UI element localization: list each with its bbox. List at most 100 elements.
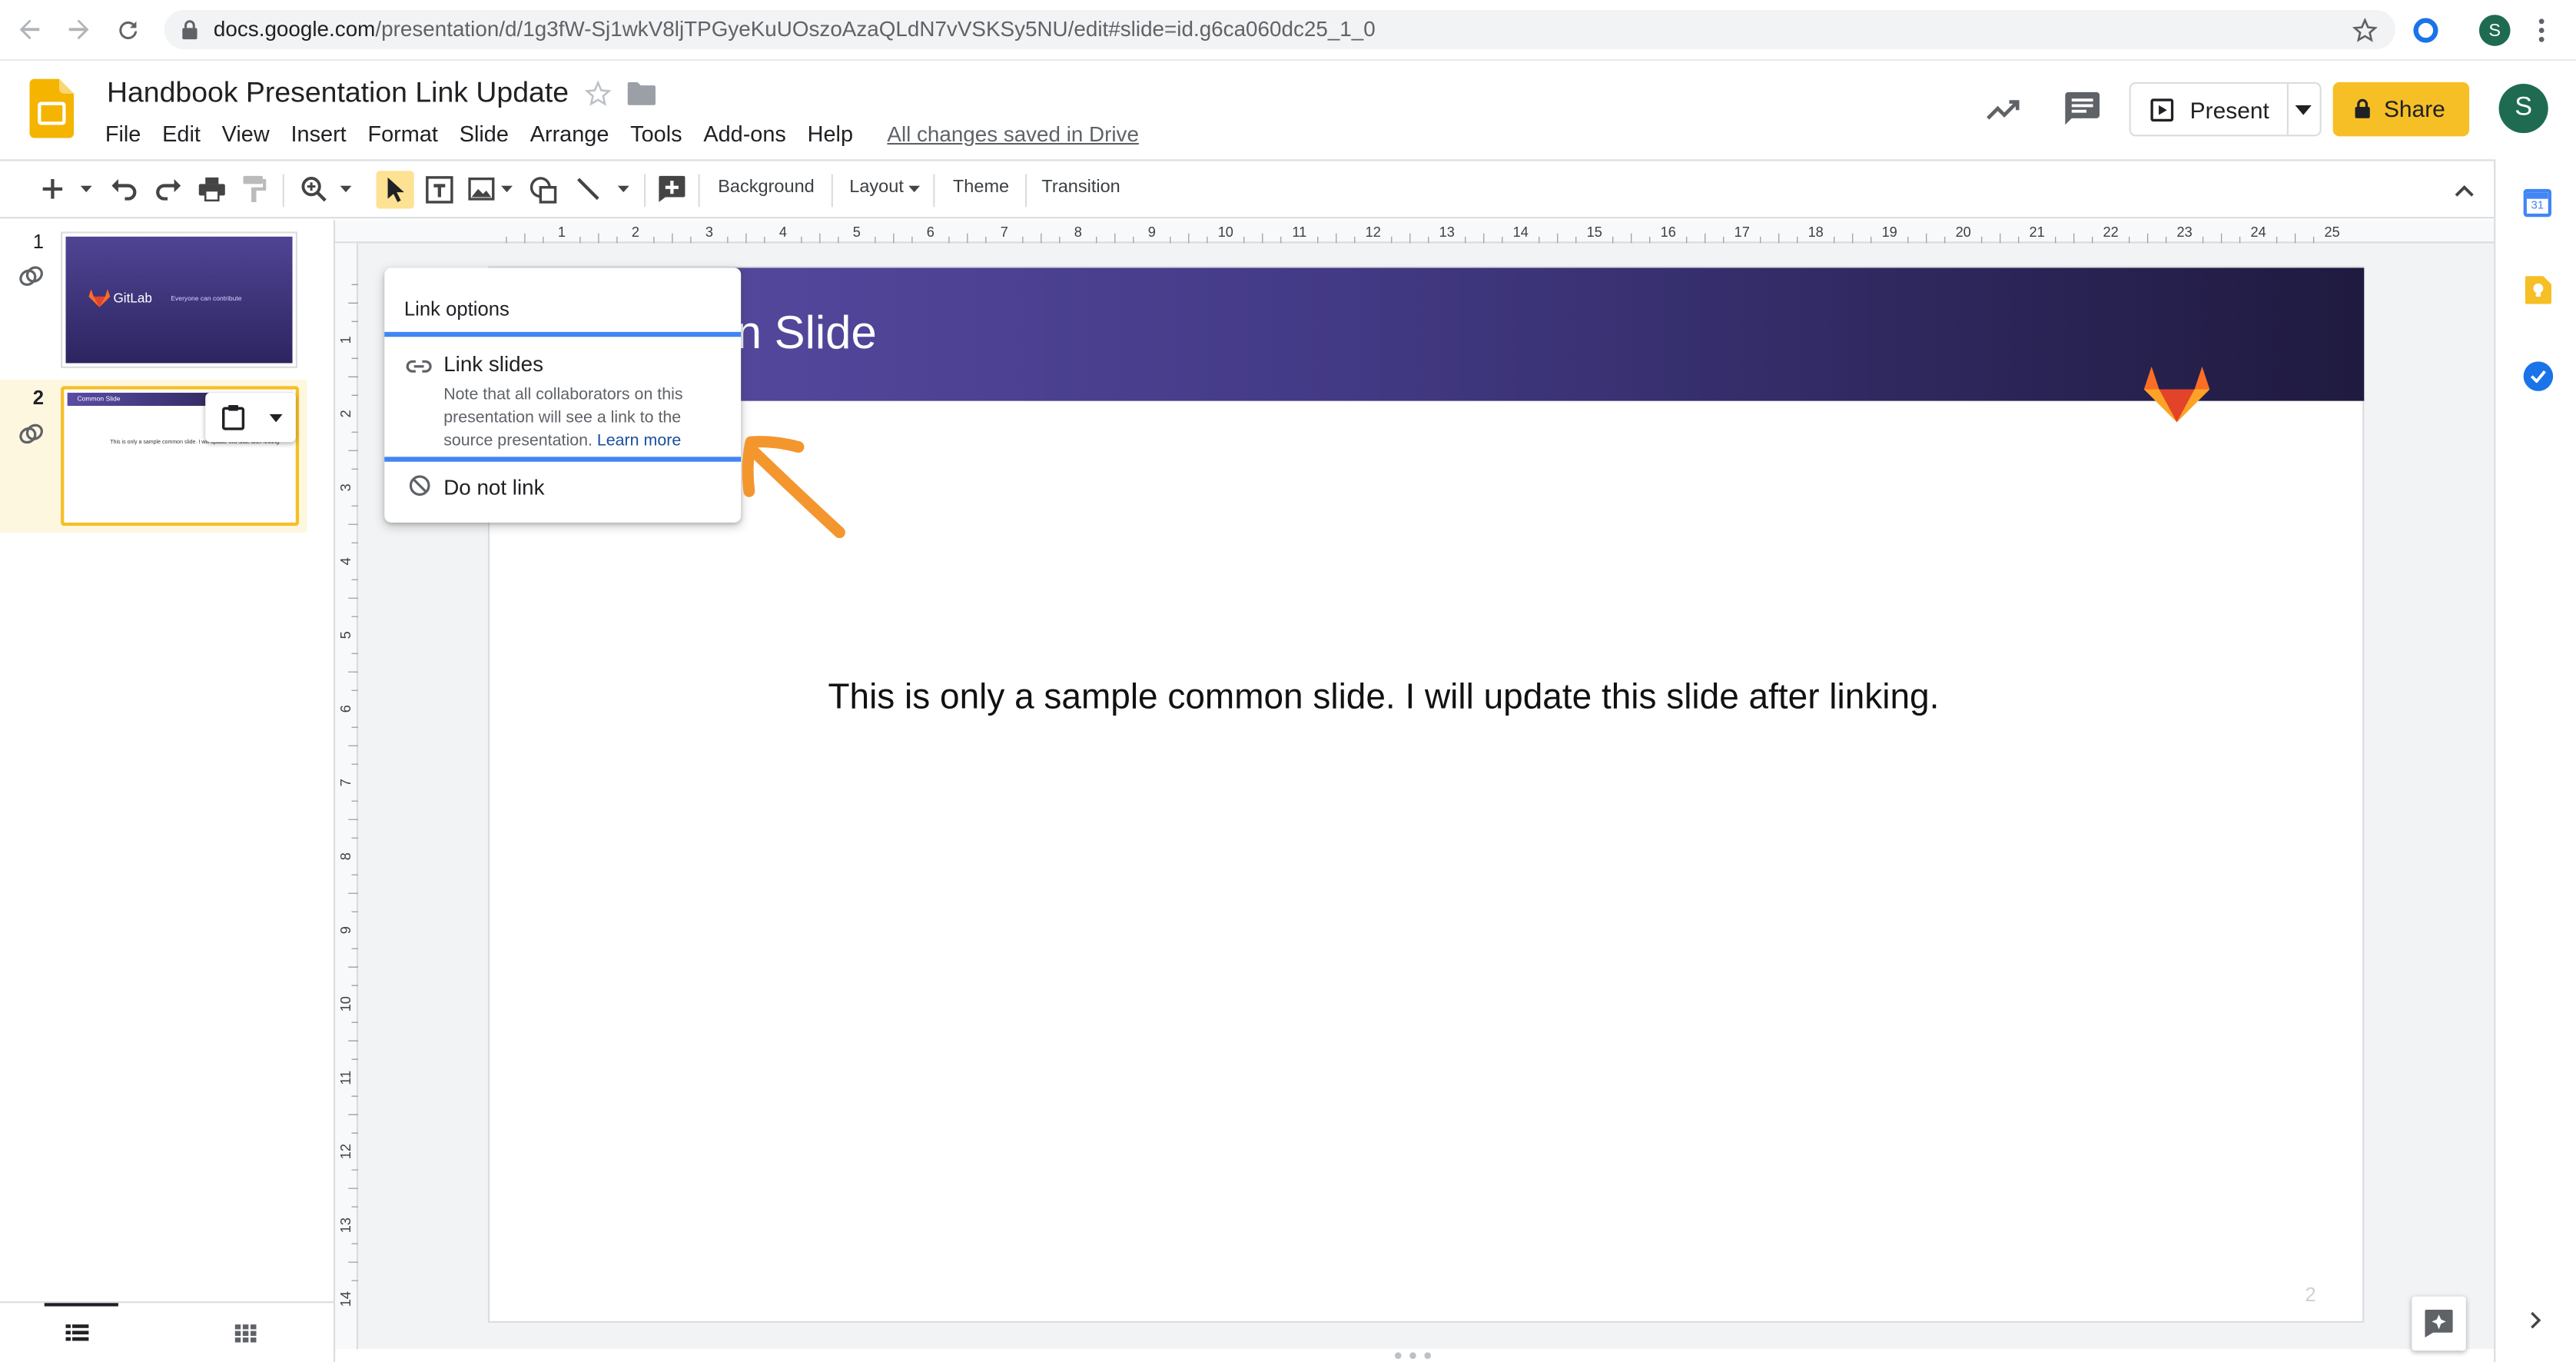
forward-button[interactable] [62,13,95,46]
ruler-label: 8 [338,852,354,860]
zoom-dropdown-icon[interactable] [340,185,352,193]
layout-dropdown-icon[interactable] [908,185,921,193]
keep-icon[interactable] [2525,276,2552,304]
share-button[interactable]: Share [2332,81,2470,137]
new-slide-icon[interactable] [42,179,63,199]
ruler-label: 14 [338,1291,354,1307]
ruler-label: 13 [1439,224,1455,240]
link-slides-label: Link slides [443,351,543,377]
image-icon[interactable] [468,177,495,201]
line-dropdown-icon[interactable] [617,185,629,193]
menu-slide[interactable]: Slide [460,121,509,146]
reload-button[interactable] [111,13,144,46]
tasks-check-icon [2530,370,2546,384]
grid-view-icon[interactable] [234,1324,257,1343]
ruler-label: 4 [338,557,354,565]
slide-title[interactable]: n Slide [736,307,877,360]
line-icon[interactable] [575,176,601,202]
ruler-label: 10 [338,996,354,1012]
comments-icon[interactable] [2065,91,2100,125]
present-label: Present [2189,97,2269,124]
vertical-ruler[interactable]: 1 2 3 4 5 6 7 8 9 10 11 12 13 14 [335,243,359,1350]
explore-button[interactable] [2412,1296,2466,1351]
annotation-arrow-icon [742,436,845,539]
filmstrip-view-icon[interactable] [65,1324,89,1341]
undo-icon[interactable] [111,178,138,201]
bookmark-star-icon[interactable] [2352,18,2378,43]
cursor-icon [387,177,404,202]
horizontal-ruler[interactable]: 1 2 3 4 5 6 7 8 9 10 11 12 13 14 15 16 17 18 19 20 21 22 23 24 2… [335,220,2495,244]
calendar-icon[interactable]: 31 [2523,188,2552,218]
select-tool-button[interactable] [376,171,414,209]
add-comment-icon[interactable] [659,175,685,202]
thumbnail-2-title: Common Slide [77,394,121,403]
present-button[interactable]: Present [2129,81,2322,137]
tasks-icon[interactable] [2523,361,2554,391]
do-not-link-option[interactable]: Do not link [384,463,741,513]
star-icon[interactable] [585,80,612,107]
zoom-icon[interactable] [300,176,327,202]
menu-insert[interactable]: Insert [291,121,347,146]
ruler-label: 11 [338,1071,354,1085]
image-dropdown-icon[interactable] [501,185,513,193]
transition-button[interactable]: Transition [1041,178,1120,198]
extension-icon[interactable] [2413,18,2438,43]
slide-thumbnail-1[interactable]: GitLab Everyone can contribute [61,231,297,368]
ruler-label: 1 [338,336,354,344]
paste-options-button[interactable] [205,392,296,443]
redo-icon[interactable] [154,178,181,201]
menu-file[interactable]: File [105,121,141,146]
ruler-label: 21 [2030,224,2045,240]
url-text[interactable]: docs.google.com/presentation/d/1g3fW-Sj1… [214,16,1376,41]
url-path: /presentation/d/1g3fW-Sj1wkV8ljTPGyeKuUO… [375,16,1376,42]
menu-bar: File Edit View Insert Format Slide Arran… [105,121,875,146]
back-button[interactable] [13,13,46,46]
background-button[interactable]: Background [718,178,815,198]
learn-more-link[interactable]: Learn more [597,432,681,450]
ruler-label: 16 [1661,224,1676,240]
ruler-label: 3 [338,483,354,491]
collapse-menus-icon[interactable] [2455,184,2475,197]
toolbar-divider [282,174,284,208]
menu-tools[interactable]: Tools [630,121,682,146]
ruler-label: 3 [705,224,713,240]
menu-help[interactable]: Help [808,121,853,146]
menu-addons[interactable]: Add-ons [703,121,786,146]
browser-chrome: docs.google.com/presentation/d/1g3fW-Sj1… [0,0,2576,61]
side-panel-expand-icon[interactable] [2530,1311,2541,1330]
link-slides-option[interactable]: Link slides Note that all collaborators … [384,331,742,462]
thumbnail-1-brand: GitLab [113,291,152,306]
browser-menu-icon[interactable] [2538,18,2545,43]
ruler-label: 7 [338,779,354,786]
paint-format-icon[interactable] [243,175,267,202]
text-box-icon[interactable] [426,176,453,204]
filmstrip-view-active-indicator [44,1303,118,1307]
slide-body-text[interactable]: This is only a sample common slide. I wi… [828,677,1939,718]
speaker-notes-handle[interactable] [1394,1352,1432,1359]
explore-icon [2425,1309,2453,1338]
menu-format[interactable]: Format [367,121,437,146]
shape-icon[interactable] [529,176,557,204]
new-slide-dropdown-icon[interactable] [80,185,92,193]
theme-button[interactable]: Theme [953,178,1009,198]
ruler-label: 9 [1148,224,1156,240]
linked-slide-icon [19,266,43,286]
move-to-folder-icon[interactable] [627,81,656,105]
ruler-label: 6 [338,705,354,713]
document-title[interactable]: Handbook Presentation Link Update [107,75,569,110]
menu-view[interactable]: View [222,121,270,146]
present-dropdown-icon[interactable] [2295,105,2312,115]
menu-arrange[interactable]: Arrange [530,121,609,146]
lock-icon [182,20,198,40]
menu-edit[interactable]: Edit [162,121,201,146]
account-avatar[interactable]: S [2498,84,2548,134]
filmstrip: 1 GitLab Everyone can contribute 2 Commo… [0,220,336,1362]
layout-button[interactable]: Layout [849,178,904,198]
browser-profile-avatar[interactable]: S [2478,15,2511,46]
gitlab-logo-icon [88,289,111,307]
activity-dashboard-icon[interactable] [1987,94,2021,123]
save-status[interactable]: All changes saved in Drive [887,121,1139,146]
print-icon[interactable] [198,176,225,202]
forward-arrow-icon [68,19,89,40]
slides-logo-icon[interactable] [29,78,75,138]
